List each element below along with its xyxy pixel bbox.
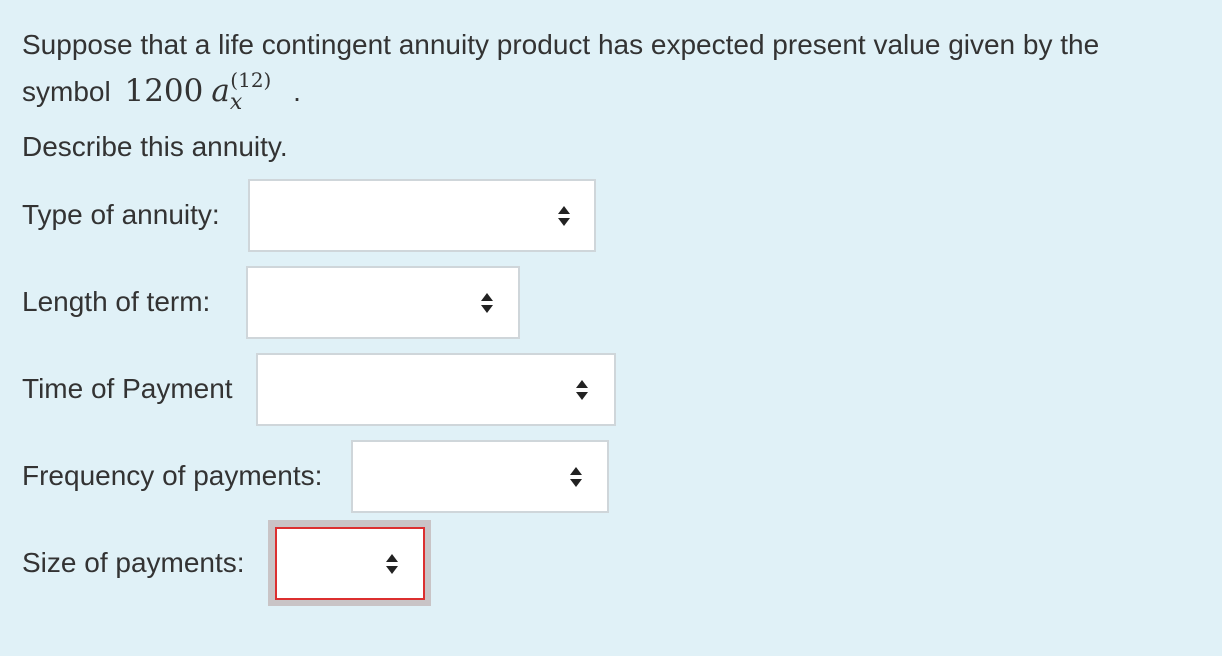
frequency-of-payments-label: Frequency of payments: (22, 460, 323, 491)
prompt-text: Describe this annuity. (22, 131, 288, 162)
up-down-caret-icon (569, 466, 583, 488)
question-line-1: Suppose that a life contingent annuity p… (22, 29, 1100, 60)
time-of-payment-select[interactable] (256, 353, 616, 426)
question-text: Suppose that a life contingent annuity p… (22, 22, 1202, 118)
question-period: . (293, 76, 301, 107)
annuity-coefficient: 1200 (124, 73, 204, 109)
annuity-superscript: (12) (230, 68, 272, 92)
type-of-annuity-label: Type of annuity: (22, 199, 220, 230)
annuity-subscript: x (229, 90, 243, 115)
length-of-term-select[interactable] (246, 266, 520, 339)
up-down-caret-icon (385, 553, 399, 575)
annuity-symbol: 1200 ax(12) (124, 68, 271, 118)
type-of-annuity-select[interactable] (248, 179, 596, 252)
up-down-caret-icon (480, 292, 494, 314)
up-down-caret-icon (575, 379, 589, 401)
time-of-payment-label: Time of Payment (22, 373, 233, 404)
length-of-term-label: Length of term: (22, 286, 211, 317)
question-symbol-word: symbol (22, 76, 111, 107)
frequency-of-payments-select[interactable] (351, 440, 609, 513)
annuity-symbol-a: a (211, 73, 230, 109)
question-line-2: symbol 1200 ax(12) . (22, 68, 1202, 118)
size-of-payments-label: Size of payments: (22, 547, 245, 578)
up-down-caret-icon (557, 205, 571, 227)
size-of-payments-select[interactable] (275, 527, 425, 600)
